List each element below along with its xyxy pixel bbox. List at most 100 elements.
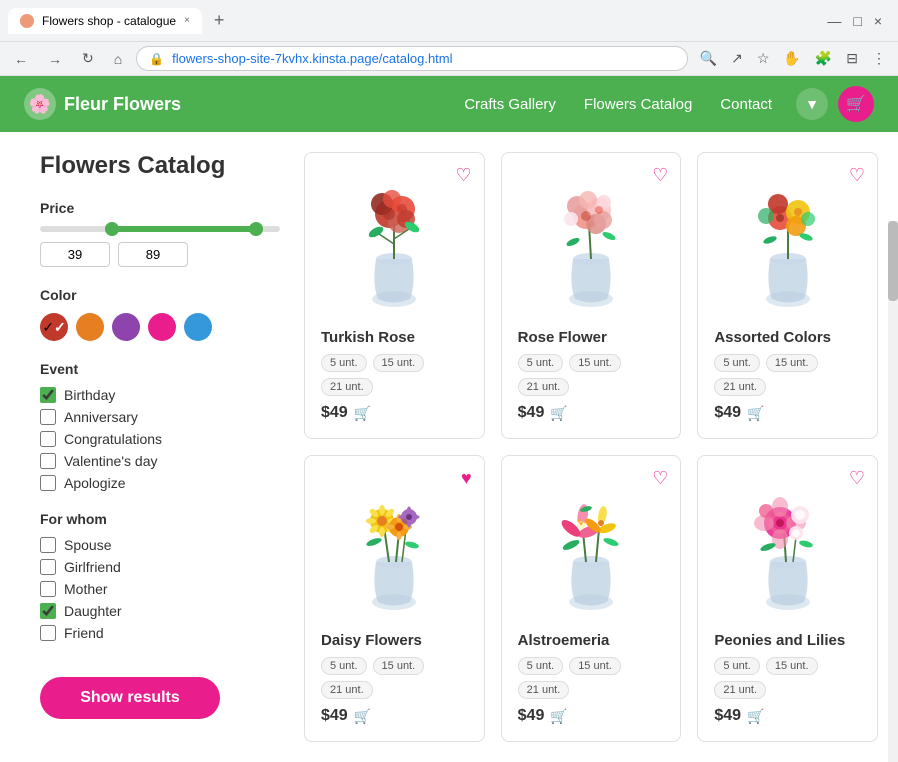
color-swatches: ✓ bbox=[40, 313, 280, 341]
for-whom-spouse-label[interactable]: Spouse bbox=[64, 537, 111, 553]
event-valentines: Valentine's day bbox=[40, 453, 280, 469]
event-anniversary-label[interactable]: Anniversary bbox=[64, 409, 138, 425]
scrollbar-thumb[interactable] bbox=[888, 221, 898, 301]
for-whom-daughter-label[interactable]: Daughter bbox=[64, 603, 122, 619]
for-whom-spouse-checkbox[interactable] bbox=[40, 537, 56, 553]
price-thumb-min[interactable] bbox=[105, 222, 119, 236]
close-button[interactable]: × bbox=[874, 13, 882, 29]
variant-21-5[interactable]: 21 unt. bbox=[518, 681, 570, 699]
nav-dropdown-button[interactable]: ▼ bbox=[796, 88, 828, 120]
wishlist-button-6[interactable]: ♡ bbox=[849, 468, 865, 489]
event-birthday-label[interactable]: Birthday bbox=[64, 387, 115, 403]
event-apologize-checkbox[interactable] bbox=[40, 475, 56, 491]
for-whom-mother-label[interactable]: Mother bbox=[64, 581, 108, 597]
wishlist-button-4[interactable]: ♥ bbox=[461, 468, 472, 489]
color-swatch-red[interactable]: ✓ bbox=[40, 313, 68, 341]
minimize-button[interactable]: — bbox=[827, 13, 841, 29]
variant-21-4[interactable]: 21 unt. bbox=[321, 681, 373, 699]
back-button[interactable]: ← bbox=[8, 47, 34, 71]
event-anniversary: Anniversary bbox=[40, 409, 280, 425]
variant-21-6[interactable]: 21 unt. bbox=[714, 681, 766, 699]
variant-5-6[interactable]: 5 unt. bbox=[714, 657, 760, 675]
variant-5-4[interactable]: 5 unt. bbox=[321, 657, 367, 675]
address-bar[interactable]: 🔒 bbox=[136, 46, 687, 71]
event-congratulations-label[interactable]: Congratulations bbox=[64, 431, 162, 447]
variant-5-2[interactable]: 5 unt. bbox=[518, 354, 564, 372]
variant-21-1[interactable]: 21 unt. bbox=[321, 378, 373, 396]
add-to-cart-icon-4[interactable]: 🛒 bbox=[354, 708, 371, 725]
event-apologize-label[interactable]: Apologize bbox=[64, 475, 126, 491]
price-value-1: $49 bbox=[321, 404, 348, 422]
color-swatch-pink[interactable] bbox=[148, 313, 176, 341]
price-label: Price bbox=[40, 200, 280, 216]
price-slider-track[interactable] bbox=[40, 226, 280, 232]
nav-link-catalog[interactable]: Flowers Catalog bbox=[584, 96, 692, 113]
tab-favicon bbox=[20, 14, 34, 28]
wishlist-button-3[interactable]: ♡ bbox=[849, 165, 865, 186]
variant-21-3[interactable]: 21 unt. bbox=[714, 378, 766, 396]
price-min-input[interactable] bbox=[40, 242, 110, 267]
home-button[interactable]: ⌂ bbox=[108, 47, 128, 71]
bookmark-icon-btn[interactable]: ☆ bbox=[753, 46, 774, 71]
add-to-cart-icon-6[interactable]: 🛒 bbox=[747, 708, 764, 725]
add-to-cart-icon-5[interactable]: 🛒 bbox=[550, 708, 567, 725]
for-whom-friend-checkbox[interactable] bbox=[40, 625, 56, 641]
show-results-button[interactable]: Show results bbox=[40, 677, 220, 719]
for-whom-mother-checkbox[interactable] bbox=[40, 581, 56, 597]
forward-button[interactable]: → bbox=[42, 47, 68, 71]
for-whom-friend-label[interactable]: Friend bbox=[64, 625, 104, 641]
event-congratulations-checkbox[interactable] bbox=[40, 431, 56, 447]
variant-15-3[interactable]: 15 unt. bbox=[766, 354, 818, 372]
product-price-3: $49 🛒 bbox=[714, 404, 861, 422]
product-card-5: ♡ bbox=[501, 455, 682, 742]
variant-15-6[interactable]: 15 unt. bbox=[766, 657, 818, 675]
url-input[interactable] bbox=[172, 51, 675, 66]
event-anniversary-checkbox[interactable] bbox=[40, 409, 56, 425]
event-valentines-label[interactable]: Valentine's day bbox=[64, 453, 157, 469]
variant-21-2[interactable]: 21 unt. bbox=[518, 378, 570, 396]
color-swatch-blue[interactable] bbox=[184, 313, 212, 341]
wishlist-button-2[interactable]: ♡ bbox=[652, 165, 668, 186]
browser-tab-active[interactable]: Flowers shop - catalogue × bbox=[8, 8, 202, 34]
price-max-input[interactable] bbox=[118, 242, 188, 267]
nav-cart-button[interactable]: 🛒 bbox=[838, 86, 874, 122]
add-to-cart-icon-3[interactable]: 🛒 bbox=[747, 405, 764, 422]
variant-15-2[interactable]: 15 unt. bbox=[569, 354, 621, 372]
share-icon-btn[interactable]: ↗ bbox=[727, 46, 747, 71]
menu-icon-btn[interactable]: ⋮ bbox=[868, 46, 890, 71]
tab-close-button[interactable]: × bbox=[184, 15, 190, 26]
variant-15-5[interactable]: 15 unt. bbox=[569, 657, 621, 675]
variant-15-4[interactable]: 15 unt. bbox=[373, 657, 425, 675]
extensions-icon-btn[interactable]: 🧩 bbox=[811, 46, 836, 71]
variant-5-1[interactable]: 5 unt. bbox=[321, 354, 367, 372]
color-swatch-orange[interactable] bbox=[76, 313, 104, 341]
for-whom-girlfriend-label[interactable]: Girlfriend bbox=[64, 559, 121, 575]
product-price-4: $49 🛒 bbox=[321, 707, 468, 725]
event-valentines-checkbox[interactable] bbox=[40, 453, 56, 469]
color-filter: Color ✓ bbox=[40, 287, 280, 341]
nav-link-crafts[interactable]: Crafts Gallery bbox=[464, 96, 556, 113]
price-value-3: $49 bbox=[714, 404, 741, 422]
variant-15-1[interactable]: 15 unt. bbox=[373, 354, 425, 372]
color-swatch-purple[interactable] bbox=[112, 313, 140, 341]
reload-button[interactable]: ↻ bbox=[76, 46, 100, 71]
scrollbar[interactable] bbox=[888, 221, 898, 762]
for-whom-girlfriend-checkbox[interactable] bbox=[40, 559, 56, 575]
product-price-1: $49 🛒 bbox=[321, 404, 468, 422]
variant-5-3[interactable]: 5 unt. bbox=[714, 354, 760, 372]
add-to-cart-icon-1[interactable]: 🛒 bbox=[354, 405, 371, 422]
price-thumb-max[interactable] bbox=[249, 222, 263, 236]
for-whom-daughter-checkbox[interactable] bbox=[40, 603, 56, 619]
variant-5-5[interactable]: 5 unt. bbox=[518, 657, 564, 675]
touch-icon-btn[interactable]: ✋ bbox=[779, 46, 804, 71]
nav-link-contact[interactable]: Contact bbox=[720, 96, 772, 113]
add-to-cart-icon-2[interactable]: 🛒 bbox=[550, 405, 567, 422]
tab-grid-icon-btn[interactable]: ⊟ bbox=[842, 46, 862, 71]
event-birthday-checkbox[interactable] bbox=[40, 387, 56, 403]
new-tab-button[interactable]: + bbox=[206, 6, 233, 35]
wishlist-button-5[interactable]: ♡ bbox=[652, 468, 668, 489]
event-filter: Event Birthday Anniversary Congratulatio… bbox=[40, 361, 280, 491]
maximize-button[interactable]: □ bbox=[853, 13, 861, 29]
search-icon-btn[interactable]: 🔍 bbox=[696, 46, 721, 71]
wishlist-button-1[interactable]: ♡ bbox=[456, 165, 472, 186]
